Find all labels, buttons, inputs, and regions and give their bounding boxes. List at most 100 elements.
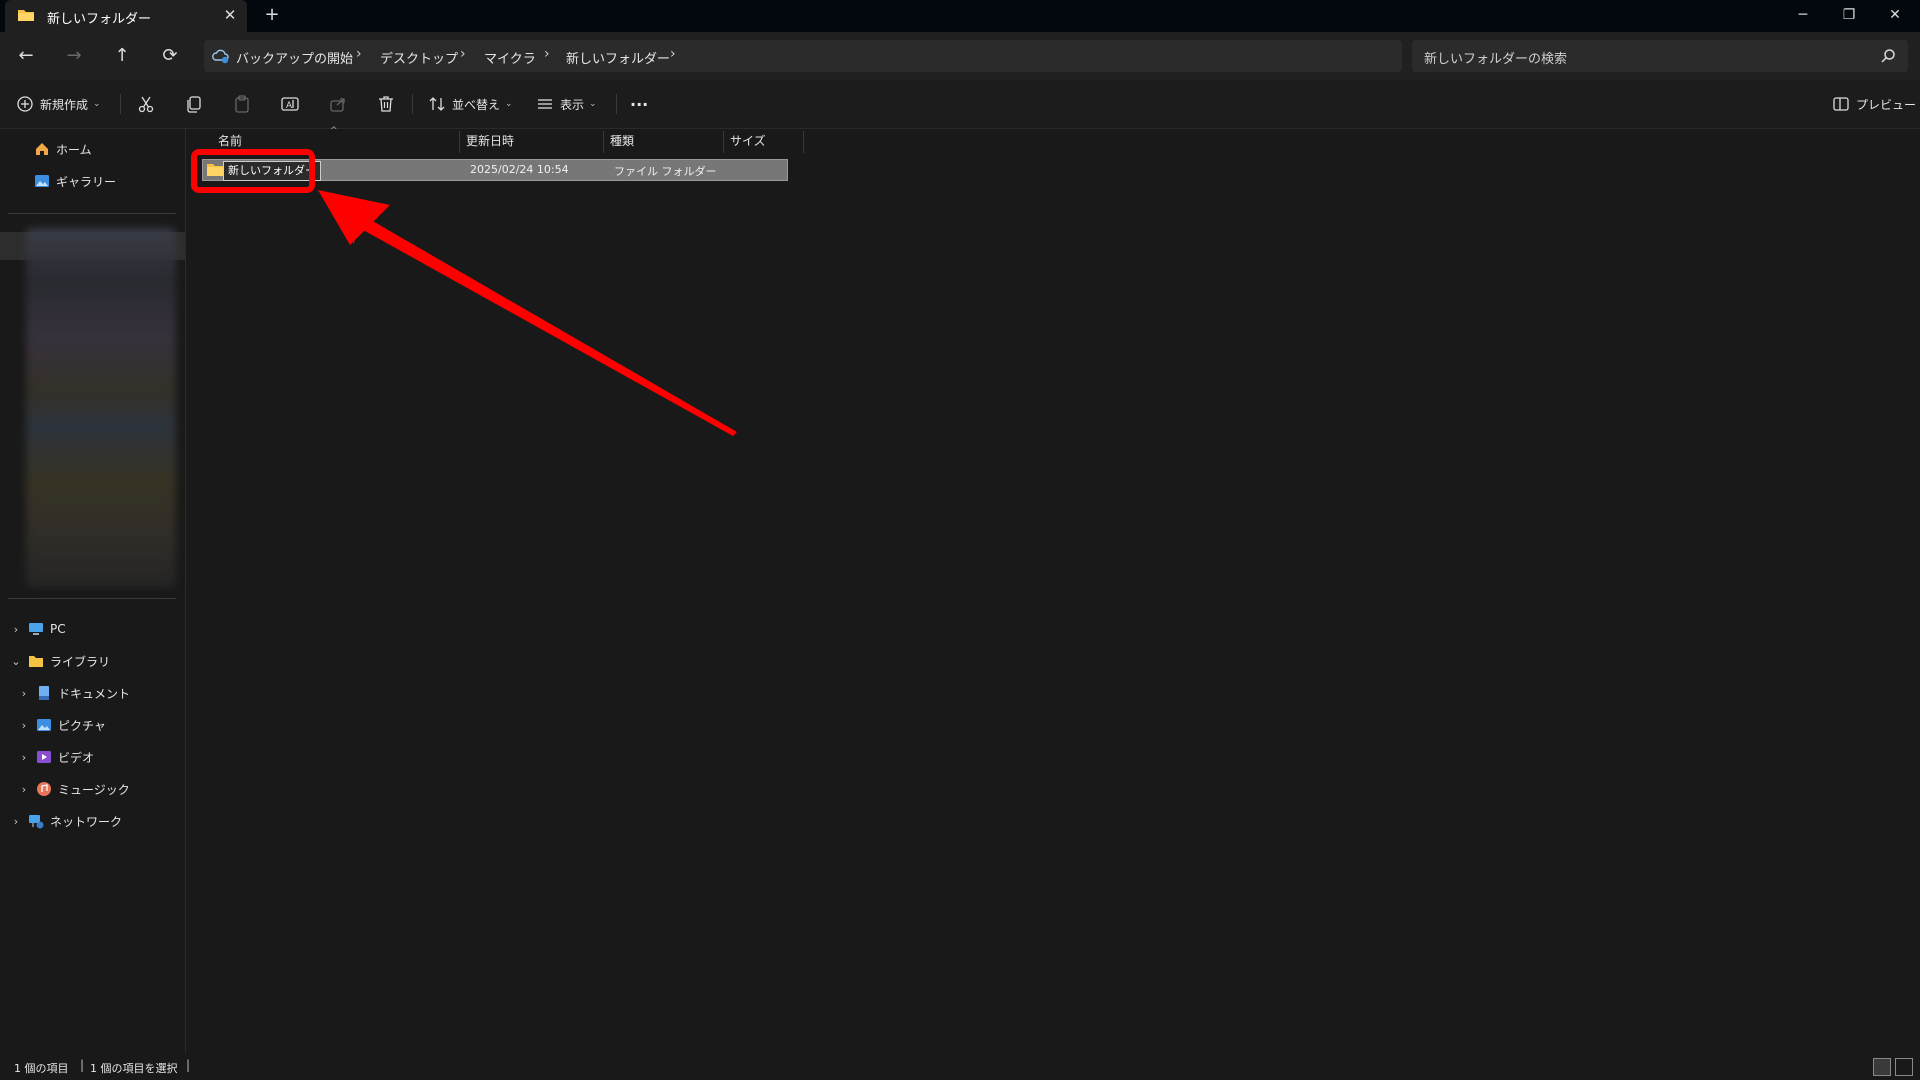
sidebar-item-music[interactable]: › ミュージック: [16, 777, 130, 801]
preview-pane-icon: [1833, 97, 1849, 111]
column-header-type[interactable]: 種類: [610, 129, 634, 153]
item-count: 1 個の項目: [14, 1062, 69, 1075]
video-icon: [37, 751, 51, 763]
delete-icon[interactable]: [376, 94, 396, 114]
column-divider[interactable]: [803, 131, 804, 153]
sidebar-item-home[interactable]: ホーム: [14, 137, 92, 161]
chevron-right-icon[interactable]: ›: [16, 687, 32, 700]
restore-button[interactable]: ❐: [1826, 0, 1872, 30]
paste-icon[interactable]: [232, 94, 252, 114]
file-modified: 2025/02/24 10:54: [470, 163, 569, 176]
column-header-size[interactable]: サイズ: [730, 129, 766, 153]
title-bar: 新しいフォルダー ✕ + ─ ❐ ✕: [0, 0, 1920, 32]
preview-button[interactable]: プレビュー: [1832, 92, 1916, 116]
tab-title: 新しいフォルダー: [47, 12, 152, 27]
sidebar-item-label: ミュージック: [58, 782, 130, 797]
up-button[interactable]: ↑: [108, 44, 136, 68]
chevron-right-icon[interactable]: ›: [8, 623, 24, 636]
annotation-highlight-box: [191, 149, 315, 193]
breadcrumb-new-folder[interactable]: 新しいフォルダー: [566, 48, 670, 67]
new-button-label: 新規作成: [40, 97, 89, 112]
divider: [616, 94, 617, 114]
breadcrumb[interactable]: バックアップの開始 › デスクトップ › マイクラ › 新しいフォルダー ›: [204, 40, 1402, 72]
network-icon: [29, 815, 44, 829]
status-separator: |: [80, 1058, 85, 1072]
folder-icon: [29, 656, 43, 667]
cut-icon[interactable]: [136, 94, 156, 114]
file-list-view: ^ 名前 更新日時 種類 サイズ 新しいフォルダー 2025/02/24 10:…: [186, 126, 1920, 1053]
search-input[interactable]: 新しいフォルダーの検索: [1412, 40, 1908, 72]
sidebar-item-label: ギャラリー: [56, 174, 117, 189]
sidebar-item-network[interactable]: › ネットワーク: [8, 809, 122, 833]
chevron-right-icon[interactable]: ›: [8, 815, 24, 828]
more-options-button[interactable]: ···: [630, 92, 648, 116]
new-button[interactable]: 新規作成 ⌄: [16, 92, 101, 116]
close-window-button[interactable]: ✕: [1872, 0, 1918, 30]
chevron-right-icon[interactable]: ›: [16, 719, 32, 732]
tab-active[interactable]: 新しいフォルダー ✕: [5, 0, 247, 32]
sidebar-divider: [8, 213, 176, 214]
breadcrumb-separator[interactable]: ›: [544, 46, 550, 62]
document-icon: [39, 686, 49, 700]
breadcrumb-separator[interactable]: ›: [670, 46, 676, 62]
rename-icon[interactable]: A: [280, 94, 300, 114]
home-icon: [36, 143, 48, 155]
back-button[interactable]: ←: [12, 44, 40, 68]
status-bar: 1 個の項目 | 1 個の項目を選択 |: [0, 1053, 1920, 1080]
sort-icon: [429, 97, 445, 111]
address-bar: ← → ↑ ⟳ バックアップの開始 › デスクトップ › マイクラ › 新しいフ…: [0, 32, 1920, 80]
preview-button-label: プレビュー: [1856, 97, 1917, 112]
sidebar-item-pc[interactable]: › PC: [8, 617, 66, 641]
list-view-icon: [538, 99, 552, 109]
chevron-down-icon[interactable]: ⌄: [8, 655, 24, 668]
cloud-backup-icon: [212, 49, 229, 64]
chevron-right-icon[interactable]: ›: [16, 751, 32, 764]
sidebar-item-documents[interactable]: › ドキュメント: [16, 681, 130, 705]
breadcrumb-separator[interactable]: ›: [356, 46, 362, 62]
breadcrumb-backup[interactable]: バックアップの開始: [236, 48, 353, 67]
svg-text:A: A: [286, 100, 292, 110]
refresh-button[interactable]: ⟳: [156, 44, 184, 68]
view-button[interactable]: 表示 ⌄: [536, 92, 597, 116]
sidebar-item-gallery[interactable]: ギャラリー: [14, 169, 116, 193]
status-separator: |: [186, 1058, 191, 1072]
sidebar-item-library[interactable]: ⌄ ライブラリ: [8, 649, 110, 673]
search-icon[interactable]: [1880, 48, 1896, 64]
share-icon[interactable]: [328, 94, 348, 114]
sidebar-item-pictures[interactable]: › ピクチャ: [16, 713, 106, 737]
pc-icon: [29, 623, 43, 635]
sort-button-label: 並べ替え: [452, 97, 501, 112]
breadcrumb-desktop[interactable]: デスクトップ: [380, 48, 458, 67]
chevron-down-icon: ⌄: [505, 99, 513, 109]
large-icons-view-icon[interactable]: [1895, 1058, 1913, 1076]
sort-button[interactable]: 並べ替え ⌄: [428, 92, 513, 116]
column-header-modified[interactable]: 更新日時: [466, 129, 514, 153]
music-icon: [37, 782, 51, 796]
minimize-button[interactable]: ─: [1780, 0, 1826, 30]
forward-button[interactable]: →: [60, 44, 88, 68]
selected-count: 1 個の項目を選択: [90, 1062, 178, 1075]
folder-icon: [18, 10, 34, 21]
sidebar-item-label: ドキュメント: [58, 686, 131, 701]
gallery-icon: [35, 175, 49, 187]
view-button-label: 表示: [560, 97, 585, 112]
new-tab-button[interactable]: +: [262, 5, 282, 25]
chevron-down-icon: ⌄: [589, 99, 597, 109]
sidebar-item-label: ピクチャ: [58, 718, 106, 733]
column-divider[interactable]: [603, 131, 604, 153]
plus-circle-icon: [17, 96, 33, 112]
tab-close-button[interactable]: ✕: [220, 5, 240, 25]
sidebar-item-videos[interactable]: › ビデオ: [16, 745, 94, 769]
copy-icon[interactable]: [184, 94, 204, 114]
sidebar-item-label: ライブラリ: [50, 654, 111, 669]
breadcrumb-separator[interactable]: ›: [460, 46, 466, 62]
breadcrumb-maikura[interactable]: マイクラ: [484, 48, 536, 67]
sidebar-item-label: ビデオ: [58, 750, 95, 765]
search-placeholder: 新しいフォルダーの検索: [1424, 52, 1568, 67]
sort-ascending-icon: ^: [330, 126, 338, 136]
details-view-icon[interactable]: [1873, 1058, 1891, 1076]
divider: [120, 94, 121, 114]
column-divider[interactable]: [723, 131, 724, 153]
chevron-right-icon[interactable]: ›: [16, 783, 32, 796]
column-divider[interactable]: [459, 131, 460, 153]
